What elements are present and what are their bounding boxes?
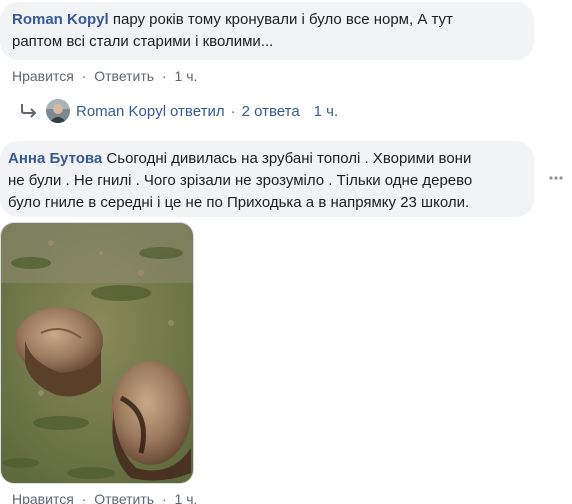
comment-actions-1: Нравится · Ответить · 1 ч.: [12, 68, 197, 84]
more-options-icon[interactable]: [546, 168, 566, 188]
reply-answered-label[interactable]: ответил: [170, 103, 225, 120]
comment-photo[interactable]: [0, 222, 194, 484]
separator-dot: ·: [230, 102, 236, 120]
reply-arrow-icon: [21, 104, 37, 118]
avatar[interactable]: [46, 99, 70, 123]
comment-text: не були . Не гнилі . Чого зрізали не зро…: [8, 172, 473, 189]
comment-author[interactable]: Roman Kopyl: [12, 11, 109, 28]
comment-text: пару років тому кронували і було все нор…: [112, 11, 453, 28]
comment-author[interactable]: Анна Бутова: [8, 150, 102, 167]
comment-bubble-2: Анна Бутова Сьогодні дивилась на зрубані…: [0, 141, 534, 217]
like-link[interactable]: Нравится: [12, 491, 74, 504]
like-link[interactable]: Нравится: [12, 68, 74, 84]
comment-time[interactable]: 1 ч.: [175, 68, 198, 84]
separator-dot: ·: [81, 68, 87, 84]
comment-text: було гниле в середні і це не по Приходьк…: [8, 194, 470, 211]
comment-text: раптом всі стали старими і кволими...: [12, 33, 274, 50]
separator-dot: ·: [81, 491, 87, 504]
reply-link[interactable]: Ответить: [94, 68, 154, 84]
comment-bubble-1: Roman Kopyl пару років тому кронували і …: [0, 2, 534, 60]
reply-count[interactable]: 2 ответа: [242, 103, 300, 120]
reply-author[interactable]: Roman Kopyl: [76, 103, 166, 120]
comment-text: Сьогодні дивилась на зрубані тополі . Хв…: [106, 150, 472, 167]
separator-dot: ·: [161, 68, 167, 84]
reply-time[interactable]: 1 ч.: [314, 103, 339, 120]
separator-dot: ·: [161, 491, 167, 504]
reply-link[interactable]: Ответить: [94, 491, 154, 504]
comment-time[interactable]: 1 ч.: [175, 491, 198, 504]
replies-summary[interactable]: Roman Kopyl ответил · 2 ответа 1 ч.: [20, 98, 338, 124]
comment-actions-2: Нравится · Ответить · 1 ч.: [12, 491, 197, 504]
